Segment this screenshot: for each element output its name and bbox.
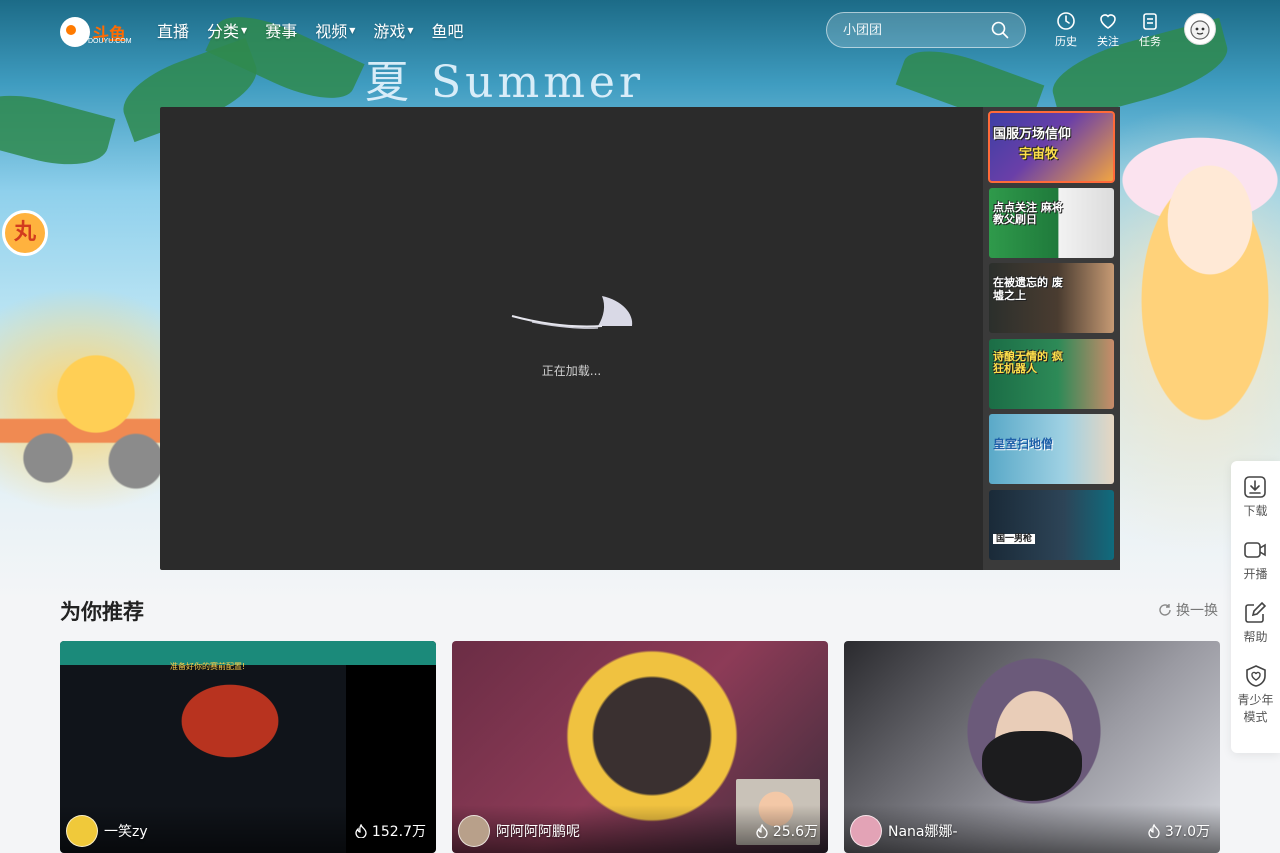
- nav-label: 分类: [207, 22, 240, 41]
- search-box: [826, 12, 1026, 48]
- game-scoreboard: [60, 641, 436, 665]
- recommend-cards: 准备好你的赛前配置! 一笑zy 152.7万 阿阿阿阿鹏呢 25.6万 Nana…: [60, 641, 1220, 853]
- nav-item-fishbar[interactable]: 鱼吧: [432, 18, 464, 42]
- user-avatar[interactable]: [1184, 13, 1216, 45]
- thumb-subtitle: 宇宙牧: [1019, 147, 1059, 162]
- nav-item-live[interactable]: 直播: [157, 18, 189, 42]
- shield-heart-icon: [1245, 665, 1266, 687]
- logo-subtext: DOUYU.COM: [88, 38, 132, 45]
- heart-icon: [1100, 14, 1116, 29]
- nav-item-video[interactable]: 视频 ▼: [315, 18, 355, 42]
- nav-label: 赛事: [265, 22, 298, 41]
- edit-icon: [1245, 601, 1267, 623]
- hot-value: 25.6万: [772, 824, 818, 840]
- hot-count: 152.7万: [355, 821, 426, 841]
- teen-mode-button[interactable]: 青少年模式: [1236, 664, 1276, 726]
- scooter-illustration: [0, 330, 160, 490]
- hot-count: 37.0万: [1148, 821, 1210, 841]
- download-button[interactable]: 下载: [1243, 475, 1268, 520]
- side-toolbar: 下载 开播 帮助 青少年模式: [1231, 461, 1280, 753]
- task-label: 任务: [1139, 35, 1161, 48]
- video-player[interactable]: 正在加载... 国服万场信仰 宇宙牧 点点关注 麻将教父刷日 在被遗忘的 废墟之…: [160, 107, 1120, 570]
- stream-thumb[interactable]: 皇室扫地僧: [989, 414, 1114, 484]
- nav-item-games[interactable]: 游戏 ▼: [373, 18, 413, 42]
- search-input[interactable]: [843, 22, 983, 38]
- caret-down-icon: ▼: [241, 25, 248, 35]
- teen-mode-label: 青少年模式: [1237, 693, 1274, 724]
- download-label: 下载: [1243, 504, 1268, 518]
- hot-count: 25.6万: [756, 821, 818, 841]
- anime-girl-illustration: [1120, 110, 1280, 470]
- avatar-fish-icon: [1190, 20, 1210, 40]
- stream-thumb[interactable]: 国服万场信仰 宇宙牧: [988, 111, 1115, 183]
- fish-logo-icon: [60, 17, 90, 47]
- streamer-name: 阿阿阿阿鹏呢: [496, 824, 580, 840]
- flame-icon: [756, 824, 768, 838]
- nav-item-esports[interactable]: 赛事: [265, 18, 297, 42]
- douyu-logo[interactable]: 斗鱼 DOUYU.COM: [60, 14, 136, 50]
- thumb-title: 国一男枪: [993, 533, 1036, 544]
- nav-label: 游戏: [373, 22, 406, 41]
- thumb-title: 点点关注 麻将教父刷日: [993, 200, 1063, 227]
- refresh-button[interactable]: 换一换: [1158, 600, 1218, 620]
- task-button[interactable]: 任务: [1129, 11, 1171, 49]
- camera-icon: [1244, 542, 1267, 558]
- nav-item-category[interactable]: 分类 ▼: [207, 18, 247, 42]
- thumb-title: 皇室扫地僧: [993, 437, 1054, 451]
- player-loading: 正在加载...: [160, 107, 983, 570]
- start-stream-label: 开播: [1243, 567, 1268, 581]
- streamer-avatar: [458, 815, 490, 847]
- thumb-title: 国服万场信仰: [993, 127, 1072, 142]
- section-title: 为你推荐: [60, 600, 144, 624]
- stream-thumb[interactable]: 点点关注 麻将教父刷日: [989, 187, 1114, 258]
- loading-fish-icon: [511, 296, 632, 329]
- shop-sign: 丸: [2, 210, 48, 256]
- nav-label: 鱼吧: [431, 22, 464, 41]
- search-icon[interactable]: [991, 21, 1009, 43]
- card-overlay-text: 准备好你的赛前配置!: [170, 662, 246, 671]
- streamer-name: Nana娜娜-: [888, 824, 958, 840]
- flame-icon: [1148, 824, 1160, 838]
- help-button[interactable]: 帮助: [1243, 601, 1268, 646]
- history-button[interactable]: 历史: [1045, 11, 1087, 49]
- stream-card[interactable]: 阿阿阿阿鹏呢 25.6万: [452, 641, 828, 853]
- loading-text: 正在加载...: [541, 364, 602, 378]
- stream-thumb[interactable]: 在被遗忘的 废墟之上: [989, 263, 1114, 333]
- help-label: 帮助: [1243, 630, 1268, 644]
- main-nav: 直播 分类 ▼ 赛事 视频 ▼ 游戏 ▼ 鱼吧: [157, 18, 482, 42]
- follow-button[interactable]: 关注: [1087, 11, 1129, 49]
- stream-card[interactable]: 准备好你的赛前配置! 一笑zy 152.7万: [60, 641, 436, 853]
- nav-label: 直播: [157, 22, 190, 41]
- palm-leaf: [0, 82, 116, 178]
- stream-card[interactable]: Nana娜娜- 37.0万: [844, 641, 1220, 853]
- face-mask: [982, 731, 1082, 801]
- header-tools: 历史 关注 任务: [1045, 11, 1171, 49]
- start-stream-button[interactable]: 开播: [1243, 538, 1268, 583]
- streamer-avatar: [66, 815, 98, 847]
- thumb-title: 在被遗忘的 废墟之上: [993, 276, 1063, 302]
- nav-label: 视频: [315, 22, 348, 41]
- history-label: 历史: [1055, 35, 1077, 48]
- flame-icon: [355, 824, 367, 838]
- follow-label: 关注: [1097, 35, 1119, 48]
- refresh-label: 换一换: [1176, 603, 1218, 619]
- caret-down-icon: ▼: [407, 25, 414, 35]
- top-header: 斗鱼 DOUYU.COM 直播 分类▼ 赛事 视频▼ 游戏▼ 鱼吧 历史 关注 …: [0, 0, 1280, 60]
- download-icon: [1244, 476, 1267, 498]
- thumb-title: 诗酿无情的 疯狂机器人: [993, 349, 1063, 376]
- stream-thumb[interactable]: 诗酿无情的 疯狂机器人: [989, 338, 1114, 409]
- refresh-icon: [1159, 604, 1171, 616]
- clipboard-icon: [1143, 13, 1157, 30]
- recommend-stream-list: 国服万场信仰 宇宙牧 点点关注 麻将教父刷日 在被遗忘的 废墟之上 诗酿无情的 …: [983, 107, 1120, 570]
- caret-down-icon: ▼: [349, 25, 356, 35]
- hot-value: 37.0万: [1164, 824, 1210, 840]
- clock-icon: [1057, 12, 1075, 30]
- stream-thumb[interactable]: 国一男枪: [989, 489, 1114, 560]
- hot-value: 152.7万: [371, 824, 426, 840]
- streamer-avatar: [850, 815, 882, 847]
- streamer-name: 一笑zy: [104, 824, 148, 840]
